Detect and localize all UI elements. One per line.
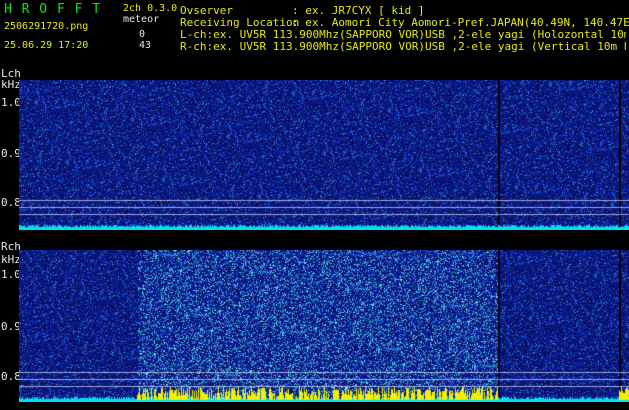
meteor-count-lch: 0 (139, 29, 146, 40)
lch-waterfall (19, 80, 629, 230)
capture-datetime: 25.06.29 17:20 (4, 40, 89, 51)
observer-label: Ovserver (180, 4, 233, 17)
lch-ytick: 1.0 (1, 96, 21, 109)
app-title: H R O F F T (4, 2, 102, 17)
lch-ytick: 0.9 (1, 147, 21, 160)
rch-config: R-ch:ex. UV5R 113.900Mhz(SAPPORO VOR)USB… (180, 41, 626, 52)
rch-waterfall (19, 250, 629, 402)
lch-ytick: 0.8 (1, 196, 21, 209)
lch-unit: kHz (1, 78, 21, 91)
image-filename: 2506291720.png (4, 21, 89, 32)
lch-config: L-ch:ex. UV5R 113.900Mhz(SAPPORO VOR)USB… (180, 29, 626, 40)
observer-value: : ex. JR7CYX [ kid ] (292, 4, 425, 17)
rch-unit: kHz (1, 253, 21, 266)
meteor-label: meteor (123, 14, 160, 25)
rch-ytick: 0.8 (1, 370, 21, 383)
location-label: Receiving Location (180, 16, 300, 29)
rch-label: Rch (1, 240, 21, 253)
rch-ytick: 1.0 (1, 268, 21, 281)
channel-mode: 2ch 0.3.0 (123, 3, 178, 14)
rch-ytick: 0.9 (1, 320, 21, 333)
location-value: : ex. Aomori City Aomori-Pref.JAPAN(40.4… (292, 16, 629, 29)
meteor-count-rch: 43 (139, 40, 152, 51)
